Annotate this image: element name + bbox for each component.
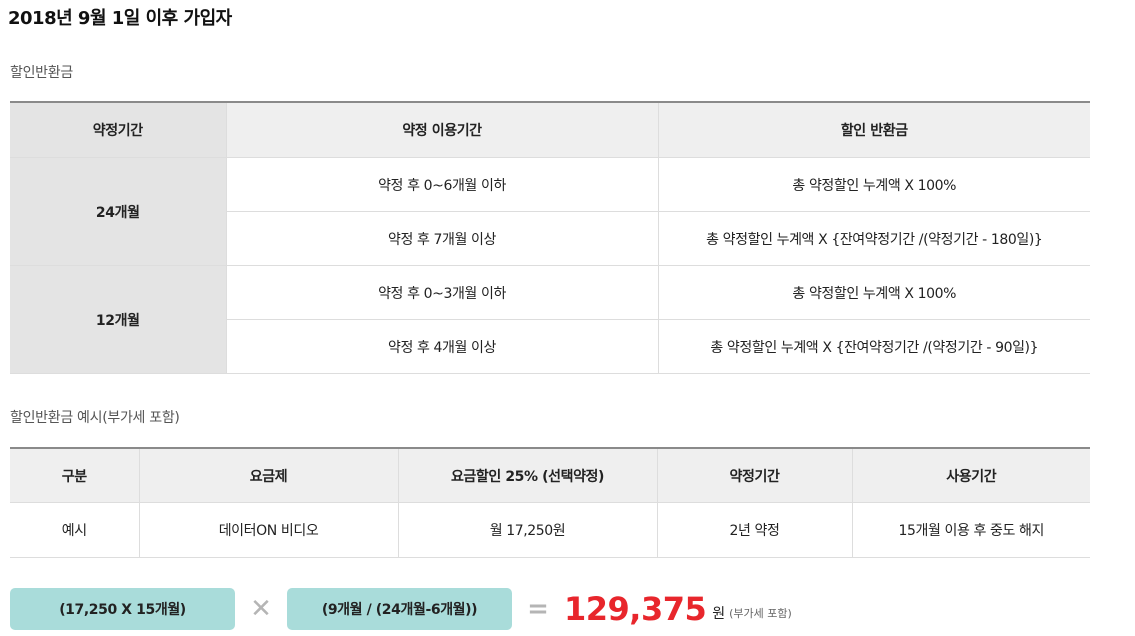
term-cell-12: 12개월 — [10, 265, 227, 374]
equals-icon: = — [527, 594, 549, 624]
formula-right-term: (9개월 / (24개월-6개월)) — [287, 588, 512, 630]
example-term-cell: 2년 약정 — [656, 502, 852, 558]
example-usage-cell: 15개월 이용 후 중도 해지 — [851, 502, 1090, 558]
result-note: (부가세 포함) — [729, 607, 792, 620]
header-term: 약정기간 — [10, 102, 227, 158]
header-category: 구분 — [10, 448, 139, 503]
example-section-label: 할인반환금 예시(부가세 포함) — [10, 410, 180, 426]
header-discount: 요금할인 25% (선택약정) — [397, 448, 657, 503]
example-discount-cell: 월 17,250원 — [397, 502, 657, 558]
example-category-cell: 예시 — [10, 502, 139, 558]
table-row: 24개월 약정 후 0~6개월 이하 총 약정할인 누계액 X 100% — [10, 157, 1090, 266]
header-usage-period: 사용기간 — [851, 448, 1090, 503]
refund-section-label: 할인반환금 — [10, 65, 73, 81]
table-header-row: 약정기간 약정 이용기간 할인 반환금 — [10, 102, 1090, 158]
result-unit: 원 — [712, 606, 726, 622]
refund-cell: 총 약정할인 누계액 X 100% — [657, 157, 1090, 212]
page-title: 2018년 9월 1일 이후 가입자 — [8, 8, 232, 29]
table-header-row: 구분 요금제 요금할인 25% (선택약정) 약정기간 사용기간 — [10, 448, 1090, 503]
term-cell-24: 24개월 — [10, 157, 227, 266]
usage-cell: 약정 후 0~6개월 이하 — [225, 157, 658, 212]
refund-cell: 총 약정할인 누계액 X 100% — [657, 265, 1090, 320]
usage-cell: 약정 후 4개월 이상 — [225, 319, 658, 374]
header-plan: 요금제 — [138, 448, 398, 503]
result-value: 129,375 — [564, 590, 707, 628]
refund-formula: (17,250 X 15개월) ✕ (9개월 / (24개월-6개월)) = 1… — [10, 588, 792, 630]
table-row: 예시 데이터ON 비디오 월 17,250원 2년 약정 15개월 이용 후 중… — [10, 502, 1090, 558]
header-contract-term: 약정기간 — [656, 448, 852, 503]
header-usage-period: 약정 이용기간 — [225, 102, 658, 158]
usage-cell: 약정 후 7개월 이상 — [225, 211, 658, 266]
usage-cell: 약정 후 0~3개월 이하 — [225, 265, 658, 320]
refund-table: 약정기간 약정 이용기간 할인 반환금 24개월 약정 후 0~6개월 이하 총… — [10, 101, 1090, 374]
refund-cell: 총 약정할인 누계액 X {잔여약정기간 /(약정기간 - 90일)} — [657, 319, 1090, 374]
formula-left-term: (17,250 X 15개월) — [10, 588, 235, 630]
header-refund-amount: 할인 반환금 — [657, 102, 1090, 158]
example-plan-cell: 데이터ON 비디오 — [138, 502, 398, 558]
example-table: 구분 요금제 요금할인 25% (선택약정) 약정기간 사용기간 예시 데이터O… — [10, 447, 1090, 558]
table-row: 12개월 약정 후 0~3개월 이하 총 약정할인 누계액 X 100% — [10, 265, 1090, 374]
refund-cell: 총 약정할인 누계액 X {잔여약정기간 /(약정기간 - 180일)} — [657, 211, 1090, 266]
times-icon: ✕ — [250, 594, 272, 624]
